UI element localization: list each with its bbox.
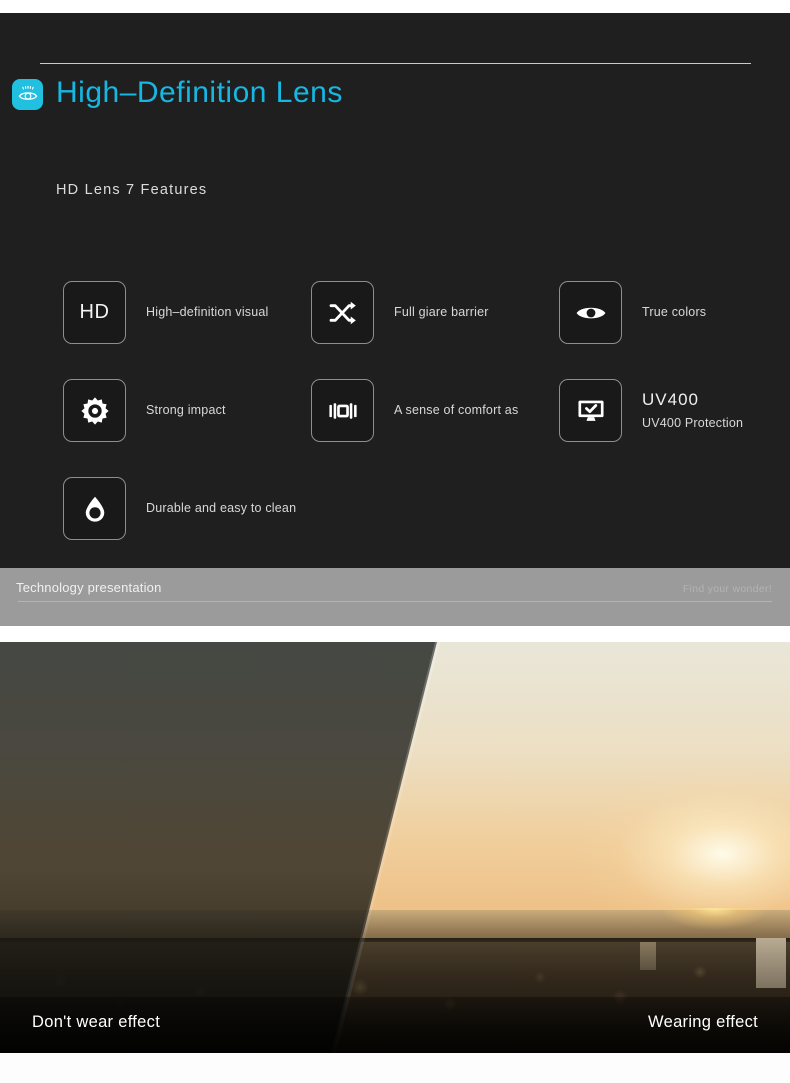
feature-row: Durable and easy to clean (63, 476, 763, 541)
feature-item-uv400-protection: UV400 UV400 Protection (559, 378, 763, 443)
bottom-white-strip (0, 1053, 790, 1083)
hd-icon-label: HD (79, 301, 110, 323)
feature-label-group: UV400 UV400 Protection (642, 389, 743, 432)
caption-dont-wear-effect: Don't wear effect (32, 1012, 161, 1031)
photo-caption-band: Don't wear effect Wearing effect (0, 997, 790, 1053)
page-title: High–Definition Lens (56, 75, 343, 109)
photo-building (756, 938, 786, 988)
feature-label-primary: UV400 (642, 390, 699, 410)
feature-item-true-colors: True colors (559, 280, 763, 345)
footer-bar-content: Technology presentation Find your wonder… (16, 580, 772, 602)
hd-text-icon: HD (63, 281, 126, 344)
eye-icon (559, 281, 622, 344)
feature-label: Strong impact (146, 403, 226, 418)
title-divider (40, 63, 751, 64)
feature-label: Full giare barrier (394, 305, 489, 320)
sound-bars-icon (311, 379, 374, 442)
feature-item-high-definition-visual: HD High–definition visual (63, 280, 311, 345)
feature-label-secondary: UV400 Protection (642, 416, 744, 431)
feature-item-empty (311, 476, 559, 541)
shuffle-arrows-icon (311, 281, 374, 344)
comparison-photo: Don't wear effect Wearing effect (0, 642, 790, 1053)
monitor-check-icon (559, 379, 622, 442)
feature-panel: High–Definition Lens HD Lens 7 Features … (0, 13, 790, 568)
feature-item-sense-of-comfort: A sense of comfort as (311, 378, 559, 443)
feature-label: High–definition visual (146, 305, 269, 320)
feature-item-empty (559, 476, 763, 541)
footer-left-label: Technology presentation (16, 580, 162, 595)
gear-icon (63, 379, 126, 442)
feature-item-strong-impact: Strong impact (63, 378, 311, 443)
top-white-strip (0, 0, 790, 13)
page-header: High–Definition Lens (12, 75, 343, 110)
feature-label: Durable and easy to clean (146, 501, 297, 516)
feature-label: A sense of comfort as (394, 403, 519, 418)
feature-row: HD High–definition visual Full giare bar… (63, 280, 763, 345)
eye-icon (12, 79, 43, 110)
panel-subtitle: HD Lens 7 Features (56, 182, 208, 198)
water-drop-icon (63, 477, 126, 540)
photo-building (640, 942, 656, 970)
feature-grid: HD High–definition visual Full giare bar… (63, 280, 763, 574)
technology-presentation-bar: Technology presentation Find your wonder… (0, 568, 790, 626)
feature-label: True colors (642, 305, 707, 320)
feature-row: Strong impact A sense of comfort as UV40… (63, 378, 763, 443)
feature-item-full-glare-barrier: Full giare barrier (311, 280, 559, 345)
feature-item-durable-easy-to-clean: Durable and easy to clean (63, 476, 311, 541)
footer-right-label: Find your wonder! (682, 583, 772, 595)
caption-wearing-effect: Wearing effect (648, 1012, 758, 1031)
